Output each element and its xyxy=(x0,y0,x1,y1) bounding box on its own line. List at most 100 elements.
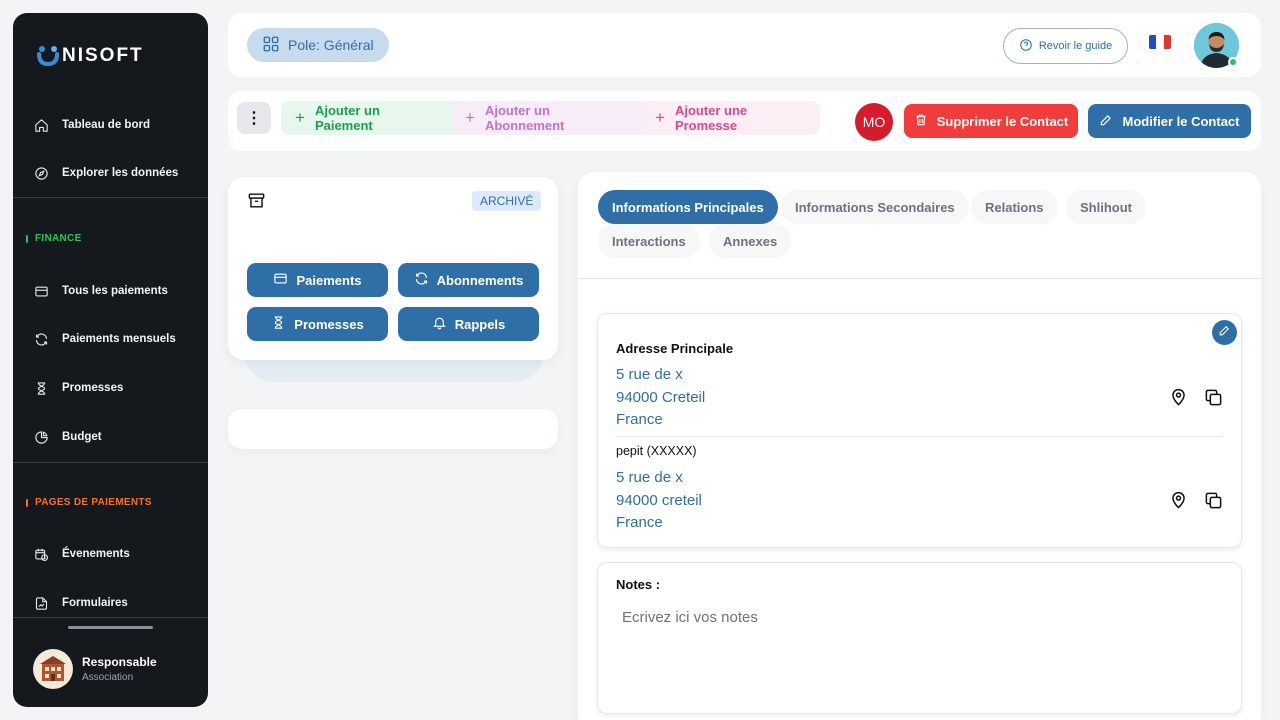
pie-chart-icon xyxy=(33,429,49,445)
tab-interactions[interactable]: Interactions xyxy=(598,224,700,258)
profile-name: Responsable xyxy=(82,655,157,669)
sidebar: NISOFT Tableau de bord Explorer les donn… xyxy=(13,13,208,707)
primary-address-title: Adresse Principale xyxy=(616,341,734,356)
help-icon xyxy=(1019,38,1033,55)
reminders-button[interactable]: Rappels xyxy=(398,307,539,341)
reminders-label: Rappels xyxy=(454,316,506,332)
address-line: 5 rue de x xyxy=(616,366,683,383)
address-separator xyxy=(616,436,1222,437)
notes-input[interactable] xyxy=(616,603,1216,693)
more-menu-button[interactable]: ⋮ xyxy=(237,102,271,134)
sidebar-divider xyxy=(13,197,208,198)
subscriptions-button[interactable]: Abonnements xyxy=(398,263,539,297)
section-payment-pages: PAGES DE PAIEMENTS xyxy=(26,497,152,508)
archive-icon[interactable] xyxy=(247,191,266,215)
address-line: 94000 Creteil xyxy=(616,388,706,406)
secondary-card xyxy=(228,409,558,449)
credit-card-icon xyxy=(273,271,288,289)
brand-name: NISOFT xyxy=(62,45,144,66)
home-icon xyxy=(33,117,49,133)
address-line: France xyxy=(616,411,663,428)
association-avatar xyxy=(33,649,73,689)
section-marker xyxy=(26,498,28,507)
delete-contact-button[interactable]: Supprimer le Contact xyxy=(904,104,1078,138)
tab-relations[interactable]: Relations xyxy=(971,190,1058,224)
pole-selector[interactable]: Pole: Général xyxy=(247,28,389,62)
guide-button[interactable]: Revoir le guide xyxy=(1003,28,1128,64)
notes-card: Notes : xyxy=(597,562,1242,714)
brand-logo[interactable]: NISOFT xyxy=(37,45,144,67)
hourglass-icon xyxy=(33,380,49,396)
calendar-clock-icon xyxy=(33,546,49,562)
edit-contact-button[interactable]: Modifier le Contact xyxy=(1088,104,1251,138)
sidebar-item-events[interactable]: Évenements xyxy=(33,546,130,562)
edit-address-button[interactable] xyxy=(1212,320,1237,345)
pencil-icon xyxy=(1218,324,1231,342)
top-header: Pole: Général Revoir le guide xyxy=(228,13,1261,77)
address-line: France xyxy=(616,514,663,531)
add-payment-label: Ajouter un Paiement xyxy=(314,103,380,133)
tab-annexes[interactable]: Annexes xyxy=(709,224,792,258)
sidebar-item-label: Budget xyxy=(62,431,102,443)
sidebar-item-dashboard[interactable]: Tableau de bord xyxy=(33,117,150,133)
tab-secondary-info[interactable]: Informations Secondaires xyxy=(781,190,969,224)
map-pin-icon[interactable] xyxy=(1167,489,1189,511)
secondary-address-title: pepit (XXXXX) xyxy=(616,444,697,458)
sidebar-item-label: Formulaires xyxy=(62,597,128,609)
trash-icon xyxy=(914,113,928,130)
hourglass-icon xyxy=(271,315,286,333)
online-status-dot xyxy=(1228,57,1238,67)
contact-initials-avatar[interactable]: MO xyxy=(855,103,893,141)
promises-button[interactable]: Promesses xyxy=(247,307,388,341)
contact-card: ARCHIVÉ Paiements Abonnements Promesses … xyxy=(228,177,558,360)
credit-card-icon xyxy=(33,283,49,299)
section-marker xyxy=(26,234,28,243)
add-subscription-button[interactable]: + Ajouter un Abonnement xyxy=(451,101,641,135)
refresh-icon xyxy=(414,271,429,289)
form-icon xyxy=(33,595,49,611)
sidebar-item-label: Évenements xyxy=(62,548,130,560)
sidebar-item-forms[interactable]: Formulaires xyxy=(33,595,128,611)
compass-icon xyxy=(33,165,49,181)
copy-icon[interactable] xyxy=(1202,386,1224,408)
delete-contact-label: Supprimer le Contact xyxy=(936,113,1069,129)
subscriptions-label: Abonnements xyxy=(436,272,524,288)
contact-details-panel: Informations Principales Informations Se… xyxy=(578,172,1261,720)
plus-icon: + xyxy=(465,108,475,127)
tab-shlihout[interactable]: Shlihout xyxy=(1066,190,1146,224)
copy-icon[interactable] xyxy=(1202,489,1224,511)
sidebar-scroll-handle[interactable] xyxy=(68,626,153,629)
add-promise-button[interactable]: + Ajouter une Promesse xyxy=(641,101,820,135)
sidebar-item-promises[interactable]: Promesses xyxy=(33,380,123,396)
sidebar-divider xyxy=(13,617,208,618)
map-pin-icon[interactable] xyxy=(1167,386,1189,408)
guide-label: Revoir le guide xyxy=(1038,40,1113,52)
kebab-icon: ⋮ xyxy=(246,110,262,127)
promises-label: Promesses xyxy=(294,316,364,332)
tabs-divider xyxy=(578,278,1261,279)
sidebar-item-label: Tableau de bord xyxy=(62,119,150,131)
grid-icon xyxy=(262,35,280,56)
user-profile[interactable]: Responsable Association xyxy=(33,649,157,689)
sidebar-item-label: Promesses xyxy=(62,382,124,394)
section-finance: FINANCE xyxy=(26,233,82,244)
profile-role: Association xyxy=(82,672,134,683)
sidebar-item-label: Tous les paiements xyxy=(62,285,168,297)
tab-main-info[interactable]: Informations Principales xyxy=(598,190,778,224)
section-label: FINANCE xyxy=(35,233,82,244)
section-label: PAGES DE PAIEMENTS xyxy=(35,497,152,508)
payments-label: Paiements xyxy=(296,272,362,288)
address-line: 5 rue de x xyxy=(616,469,683,486)
sidebar-item-monthly-payments[interactable]: Paiements mensuels xyxy=(33,331,176,347)
sidebar-item-label: Explorer les données xyxy=(62,167,179,179)
archived-badge: ARCHIVÉ xyxy=(472,191,542,211)
address-line: 94000 creteil xyxy=(616,491,702,509)
sidebar-item-budget[interactable]: Budget xyxy=(33,429,102,445)
sidebar-item-explore[interactable]: Explorer les données xyxy=(33,165,178,181)
action-bar: ⋮ + Ajouter un Paiement + Ajouter un Abo… xyxy=(228,91,1261,151)
french-flag-icon[interactable] xyxy=(1149,35,1171,49)
add-promise-label: Ajouter une Promesse xyxy=(674,103,748,133)
sidebar-item-all-payments[interactable]: Tous les paiements xyxy=(33,283,168,299)
add-payment-button[interactable]: + Ajouter un Paiement xyxy=(281,101,451,135)
payments-button[interactable]: Paiements xyxy=(247,263,388,297)
